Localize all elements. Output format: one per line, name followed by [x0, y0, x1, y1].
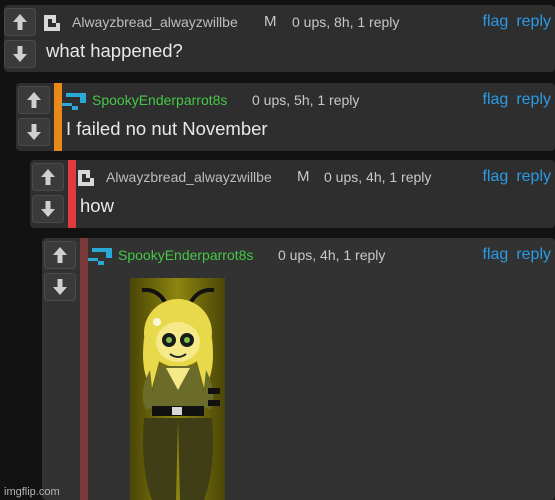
arrow-down-icon: [41, 201, 55, 217]
thread-depth-bar: [68, 160, 76, 228]
comment-meta: 0 ups, 8h, 1 reply: [292, 14, 400, 30]
comment-meta: 0 ups, 5h, 1 reply: [252, 92, 360, 108]
comment-meta: 0 ups, 4h, 1 reply: [324, 169, 432, 185]
upvote-button[interactable]: [4, 8, 36, 36]
comment-actions: flag reply: [475, 168, 551, 186]
comment-header: SpookyEnderparrot8s 0 ups, 4h, 1 reply f…: [88, 244, 551, 268]
arrow-up-icon: [53, 247, 67, 263]
pixel-avatar-icon[interactable]: [42, 13, 66, 36]
mod-badge: M: [297, 168, 310, 185]
thread-depth-bar: [54, 83, 62, 151]
comment-text: how: [80, 195, 114, 216]
upvote-button[interactable]: [32, 163, 64, 191]
reply-link[interactable]: reply: [516, 168, 551, 185]
username-link[interactable]: Alwayzbread_alwayzwillbe: [72, 14, 238, 30]
flag-link[interactable]: flag: [483, 13, 509, 30]
cartoon-bee-character-image: [130, 278, 225, 500]
reply-link[interactable]: reply: [516, 13, 551, 30]
username-link[interactable]: SpookyEnderparrot8s: [92, 92, 227, 108]
comment: SpookyEnderparrot8s 0 ups, 5h, 1 reply f…: [16, 83, 555, 151]
username-link[interactable]: Alwayzbread_alwayzwillbe: [106, 169, 272, 185]
comment-meta: 0 ups, 4h, 1 reply: [278, 247, 386, 263]
flag-link[interactable]: flag: [483, 246, 509, 263]
arrow-down-icon: [27, 124, 41, 140]
comment-header: Alwayzbread_alwayzwillbe M 0 ups, 4h, 1 …: [76, 166, 551, 190]
comment: Alwayzbread_alwayzwillbe M 0 ups, 8h, 1 …: [4, 5, 555, 72]
arrow-up-icon: [41, 169, 55, 185]
comment-actions: flag reply: [475, 246, 551, 264]
flag-link[interactable]: flag: [483, 91, 509, 108]
reply-link[interactable]: reply: [516, 246, 551, 263]
mod-badge: M: [264, 13, 277, 30]
arrow-down-icon: [13, 46, 27, 62]
upvote-button[interactable]: [44, 241, 76, 269]
downvote-button[interactable]: [32, 195, 64, 223]
comment: SpookyEnderparrot8s 0 ups, 4h, 1 reply f…: [42, 238, 555, 500]
downvote-button[interactable]: [18, 118, 50, 146]
comment: Alwayzbread_alwayzwillbe M 0 ups, 4h, 1 …: [30, 160, 555, 228]
comment-header: Alwayzbread_alwayzwillbe M 0 ups, 8h, 1 …: [42, 11, 551, 35]
arrow-up-icon: [13, 14, 27, 30]
parrot-avatar-icon[interactable]: [62, 91, 88, 114]
arrow-down-icon: [53, 279, 67, 295]
arrow-up-icon: [27, 92, 41, 108]
downvote-button[interactable]: [4, 40, 36, 68]
comment-actions: flag reply: [475, 13, 551, 31]
upvote-button[interactable]: [18, 86, 50, 114]
comment-header: SpookyEnderparrot8s 0 ups, 5h, 1 reply f…: [62, 89, 551, 113]
watermark: imgflip.com: [4, 486, 60, 498]
pixel-avatar-icon[interactable]: [76, 168, 100, 191]
parrot-avatar-icon[interactable]: [88, 246, 114, 269]
reply-link[interactable]: reply: [516, 91, 551, 108]
downvote-button[interactable]: [44, 273, 76, 301]
comment-text: I failed no nut November: [66, 118, 268, 139]
comment-text: what happened?: [46, 40, 183, 61]
meme-image[interactable]: [130, 278, 225, 500]
flag-link[interactable]: flag: [483, 168, 509, 185]
thread-depth-bar: [80, 238, 88, 500]
username-link[interactable]: SpookyEnderparrot8s: [118, 247, 253, 263]
comment-actions: flag reply: [475, 91, 551, 109]
